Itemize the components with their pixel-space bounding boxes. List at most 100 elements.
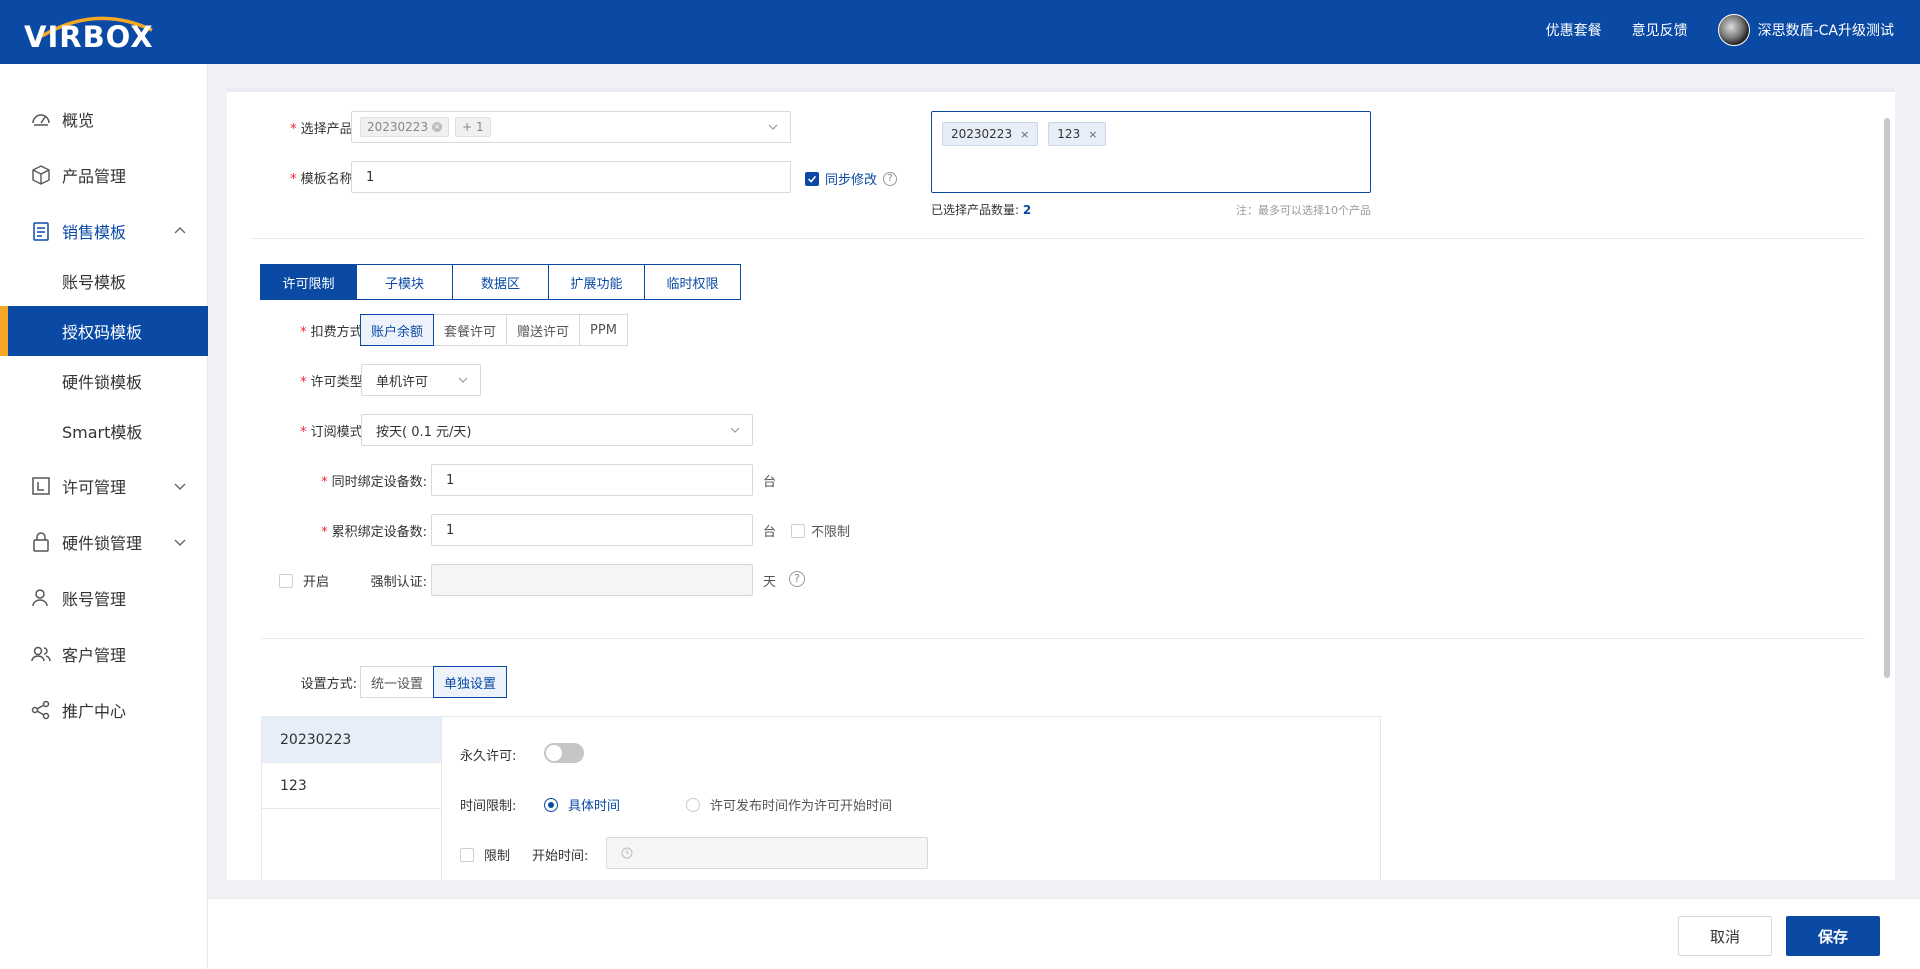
sidebar-item-customers[interactable]: 客户管理 [0,629,208,679]
settings-mode-individual[interactable]: 单独设置 [433,666,508,698]
permanent-switch[interactable] [544,743,584,763]
list-item[interactable]: 123 [262,763,441,809]
permanent-label: 永久许可: [460,749,517,764]
enable-checkbox[interactable] [279,573,293,588]
product-select[interactable]: 20230223 × + 1 [351,111,791,143]
enable-label: 开启 [303,575,330,590]
sidebar-item-overview[interactable]: 概览 [0,94,208,144]
sidebar-sub-hardware-template[interactable]: 硬件锁模板 [0,356,208,406]
cumulative-devices-label: * 累积绑定设备数: [287,521,427,540]
virbox-logo[interactable]: VIRBOX [24,10,176,54]
cumulative-devices-input[interactable]: 1 [431,514,753,546]
radio-release[interactable] [686,797,700,812]
close-icon[interactable]: × [432,122,443,132]
sidebar-item-products[interactable]: 产品管理 [0,150,208,200]
settings-mode-label: 设置方式: [300,677,357,692]
sidebar-item-label: 销售模板 [62,223,127,242]
list-item[interactable]: 20230223 [262,717,441,763]
force-auth-input[interactable] [431,564,753,596]
sync-checkbox-row[interactable]: 同步修改 ? [805,169,898,188]
unit-label: 天 [763,575,777,590]
tab-data-area[interactable]: 数据区 [452,264,549,300]
help-icon[interactable]: ? [883,171,898,186]
promo-link[interactable]: 优惠套餐 [1546,20,1602,40]
chevron-down-icon [174,483,186,490]
avatar [1717,14,1750,46]
concurrent-devices-label: * 同时绑定设备数: [287,471,427,490]
billing-options: 账户余额 套餐许可 赠送许可 PPM [360,314,628,346]
template-name-input[interactable]: 1 [351,161,791,193]
enable-row[interactable]: 开启 [279,571,329,590]
sync-checkbox[interactable] [805,171,819,186]
close-icon[interactable]: × [1088,128,1097,141]
settings-mode-unified[interactable]: 统一设置 [360,666,435,698]
product-more-tag: + 1 [455,117,491,137]
unit-label: 台 [763,475,777,490]
billing-option-ppm[interactable]: PPM [579,314,628,346]
selected-tag-text: 20230223 [951,127,1013,141]
subscription-label-text: 订阅模式: [310,425,367,440]
required-mark: * [321,525,328,540]
billing-option-balance[interactable]: 账户余额 [360,314,435,346]
box-icon [32,165,50,185]
tab-submodule[interactable]: 子模块 [356,264,453,300]
tab-extensions[interactable]: 扩展功能 [548,264,645,300]
limit-row[interactable]: 限制 [460,845,510,864]
form-card: * 选择产品: 20230223 × + 1 20230223 × 123 × 已选择产… [227,88,1895,880]
cancel-button[interactable]: 取消 [1678,916,1772,956]
sidebar-item-hardware-lock[interactable]: 硬件锁管理 [0,517,208,567]
selected-count: 已选择产品数量: 2 [931,201,1031,218]
billing-option-gift[interactable]: 赠送许可 [506,314,581,346]
sidebar-sub-authcode-template[interactable]: 授权码模板 [0,306,208,356]
subscription-value: 按天( 0.1 元/天) [376,424,472,440]
license-type-value: 单机许可 [376,374,429,390]
sidebar-item-promotion[interactable]: 推广中心 [0,685,208,735]
help-icon[interactable]: ? [789,571,805,587]
license-type-label: * 许可类型: [267,371,367,390]
sidebar-sub-smart-template[interactable]: Smart模板 [0,406,208,456]
close-icon[interactable]: × [1020,128,1029,141]
sidebar-sub-label: 授权码模板 [62,323,143,342]
unlimited-checkbox[interactable] [791,523,805,538]
product-tag-text: 20230223 [367,120,429,134]
sidebar-item-sales-template[interactable]: 销售模板 [0,206,208,256]
sidebar-item-label: 推广中心 [62,702,127,721]
sidebar-item-account[interactable]: 账号管理 [0,573,208,623]
chevron-down-icon [768,124,778,130]
feedback-link[interactable]: 意见反馈 [1632,20,1688,40]
user-menu[interactable]: 深思数盾-CA升级测试 [1717,14,1894,46]
card-top-strip [227,88,1895,92]
template-name-label-text: 模板名称: [300,172,357,187]
time-option-specific[interactable]: 具体时间 [544,795,620,814]
subscription-select[interactable]: 按天( 0.1 元/天) [361,414,753,446]
cumulative-devices-value: 1 [446,522,455,538]
license-type-label-text: 许可类型: [310,375,367,390]
save-button[interactable]: 保存 [1786,916,1880,956]
license-type-select[interactable]: 单机许可 [361,364,481,396]
tab-license-limit[interactable]: 许可限制 [260,264,357,300]
start-time-input[interactable] [606,837,928,869]
time-option-release[interactable]: 许可发布时间作为许可开始时间 [686,795,892,814]
customers-icon [31,646,51,662]
sidebar-item-license[interactable]: 许可管理 [0,461,208,511]
dashboard-icon [32,114,50,126]
sidebar-sub-label: Smart模板 [62,423,143,442]
selected-tag-text: 123 [1057,127,1081,141]
tab-temp-permission[interactable]: 临时权限 [644,264,741,300]
sidebar-sub-account-template[interactable]: 账号模板 [0,256,208,306]
selected-products-box[interactable]: 20230223 × 123 × [931,111,1371,193]
top-header: VIRBOX 优惠套餐 意见反馈 深思数盾-CA升级测试 [0,0,1920,64]
sidebar-item-label: 账号管理 [62,590,127,609]
time-option-release-label: 许可发布时间作为许可开始时间 [710,799,893,814]
product-label-text: 选择产品: [300,122,357,137]
share-icon [31,700,50,720]
billing-option-package[interactable]: 套餐许可 [433,314,508,346]
user-name: 深思数盾-CA升级测试 [1757,23,1894,39]
required-mark: * [290,122,297,137]
concurrent-devices-input[interactable]: 1 [431,464,753,496]
limit-checkbox[interactable] [460,847,474,862]
user-icon [32,589,48,607]
vertical-scrollbar[interactable] [1884,118,1890,678]
radio-specific[interactable] [544,797,558,812]
unlimited-row[interactable]: 不限制 [791,521,850,540]
